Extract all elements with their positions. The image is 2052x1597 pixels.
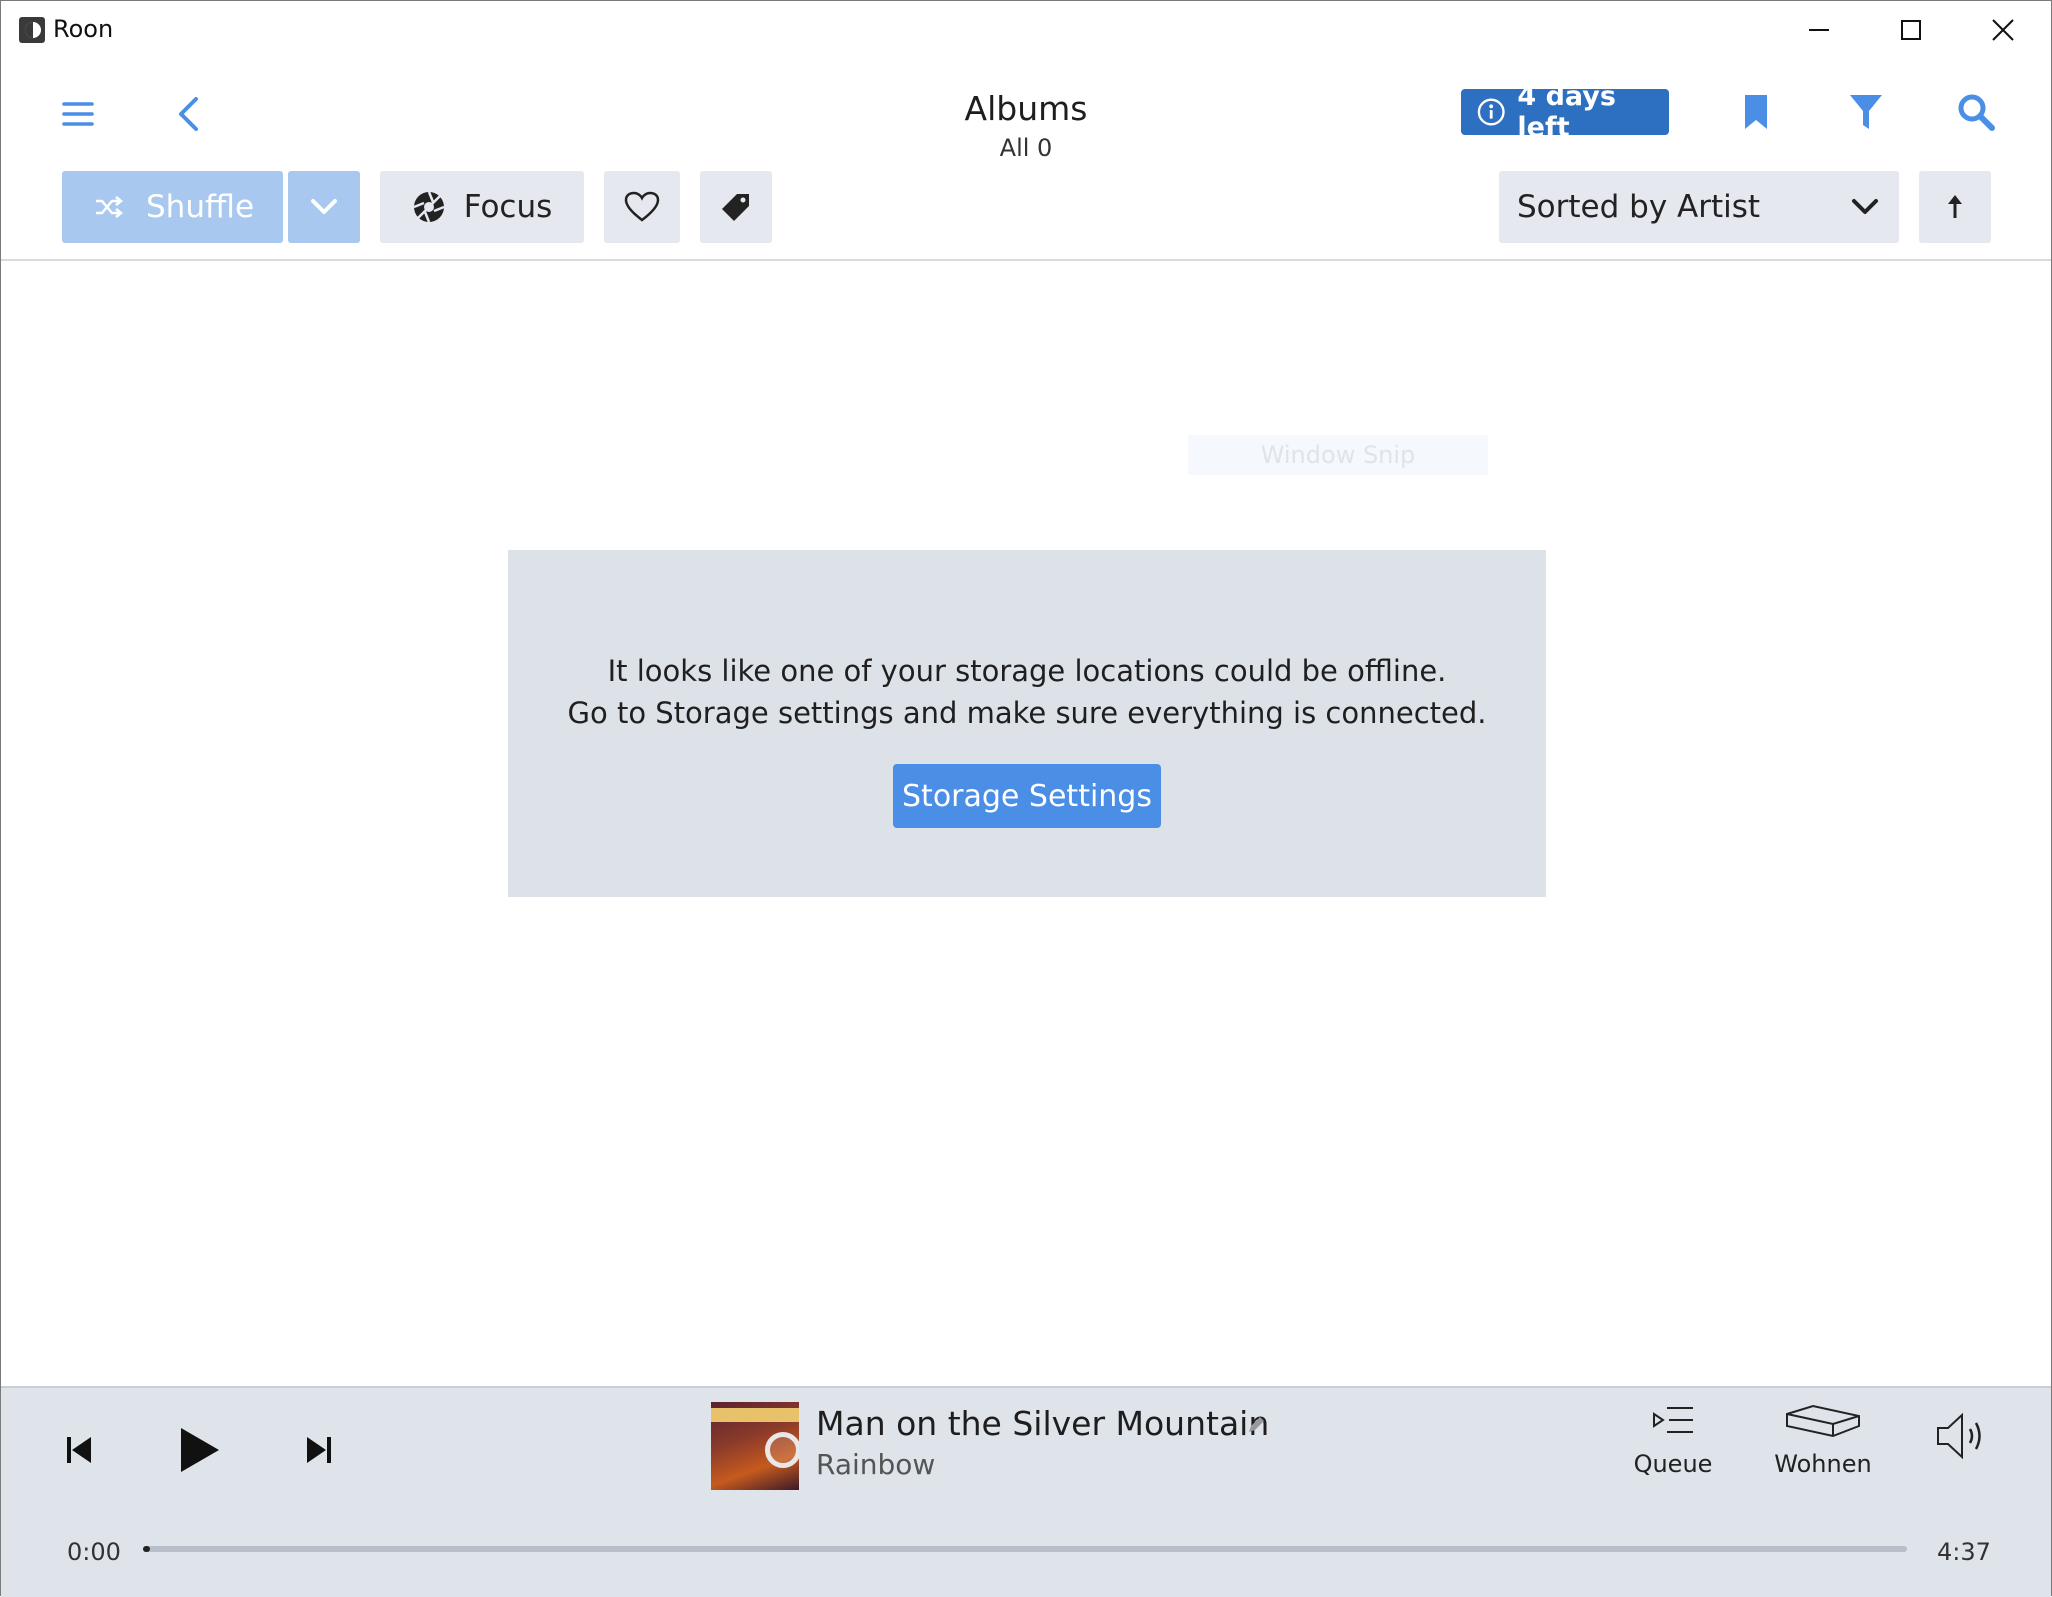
shuffle-button[interactable]: Shuffle [62,171,283,243]
album-count: All 0 [999,134,1053,162]
previous-icon [67,1437,91,1463]
shuffle-options-button[interactable] [288,171,360,243]
heart-icon [624,191,660,222]
storage-settings-button[interactable]: Storage Settings [893,764,1161,828]
edit-icon[interactable] [1246,1415,1266,1435]
track-artist[interactable]: Rainbow [816,1448,935,1481]
bookmark-button[interactable] [1731,87,1781,137]
track-title[interactable]: Man on the Silver Mountain [816,1404,1269,1443]
filter-button[interactable] [1841,87,1891,137]
seek-bar[interactable] [143,1546,1907,1552]
seek-bar-fill [143,1546,151,1552]
minimize-icon [1809,29,1829,31]
minimize-button[interactable] [1773,1,1865,59]
album-art-disc [765,1432,799,1468]
filter-icon [1850,95,1882,129]
info-icon [1477,98,1505,126]
search-icon [1958,94,1995,131]
storage-offline-panel: It looks like one of your storage locati… [508,550,1546,897]
tag-filter-button[interactable] [700,171,772,243]
sort-direction-icon [1948,195,1962,218]
maximize-icon [1901,20,1921,40]
roon-window: Roon Albums All 0 4 days left Shuffle Fo… [0,0,2052,1597]
page-header: Albums All 0 4 days left Shuffle Focus S… [1,59,2051,261]
sort-direction-button[interactable] [1919,171,1991,243]
next-button[interactable] [297,1428,341,1472]
close-button[interactable] [1957,1,2049,59]
zone-selector-button[interactable]: Wohnen [1763,1402,1883,1478]
focus-label: Focus [463,189,553,225]
window-snip-overlay: Window Snip [1188,435,1488,475]
search-button[interactable] [1951,87,2001,137]
previous-button[interactable] [57,1428,101,1472]
queue-label: Queue [1633,1450,1713,1478]
album-art[interactable] [711,1402,799,1490]
sort-dropdown[interactable]: Sorted by Artist [1499,171,1899,243]
shuffle-label: Shuffle [146,189,255,225]
queue-icon [1653,1407,1693,1433]
chevron-down-icon [1852,199,1878,214]
zone-label: Wohnen [1774,1450,1872,1478]
elapsed-time: 0:00 [67,1538,121,1566]
trial-badge[interactable]: 4 days left [1461,81,1669,143]
album-art-banner [711,1408,799,1422]
play-icon [181,1428,219,1472]
sort-label: Sorted by Artist [1517,189,1761,225]
favorite-filter-button[interactable] [604,171,680,243]
play-button[interactable] [171,1422,227,1478]
total-duration: 4:37 [1937,1538,1991,1566]
zone-device-icon [1786,1404,1860,1438]
chevron-down-icon [311,199,337,214]
window-title: Roon [53,15,114,43]
maximize-button[interactable] [1865,1,1957,59]
close-icon [1992,19,2014,41]
now-playing-bar: Man on the Silver Mountain Rainbow Queue… [1,1386,2051,1597]
next-icon [307,1437,331,1463]
bookmark-icon [1745,95,1767,129]
message-line-1: It looks like one of your storage locati… [607,654,1447,688]
shuffle-icon [96,196,124,218]
tag-icon [722,194,749,221]
volume-icon [1937,1412,1981,1460]
focus-icon [413,191,445,223]
focus-button[interactable]: Focus [380,171,584,243]
storage-offline-message: It looks like one of your storage locati… [508,650,1546,734]
trial-badge-label: 4 days left [1517,81,1616,143]
message-line-2: Go to Storage settings and make sure eve… [567,696,1487,730]
roon-app-icon [19,17,45,43]
queue-button[interactable]: Queue [1613,1402,1733,1478]
volume-button[interactable] [1931,1406,1991,1466]
title-bar: Roon [1,1,2051,59]
